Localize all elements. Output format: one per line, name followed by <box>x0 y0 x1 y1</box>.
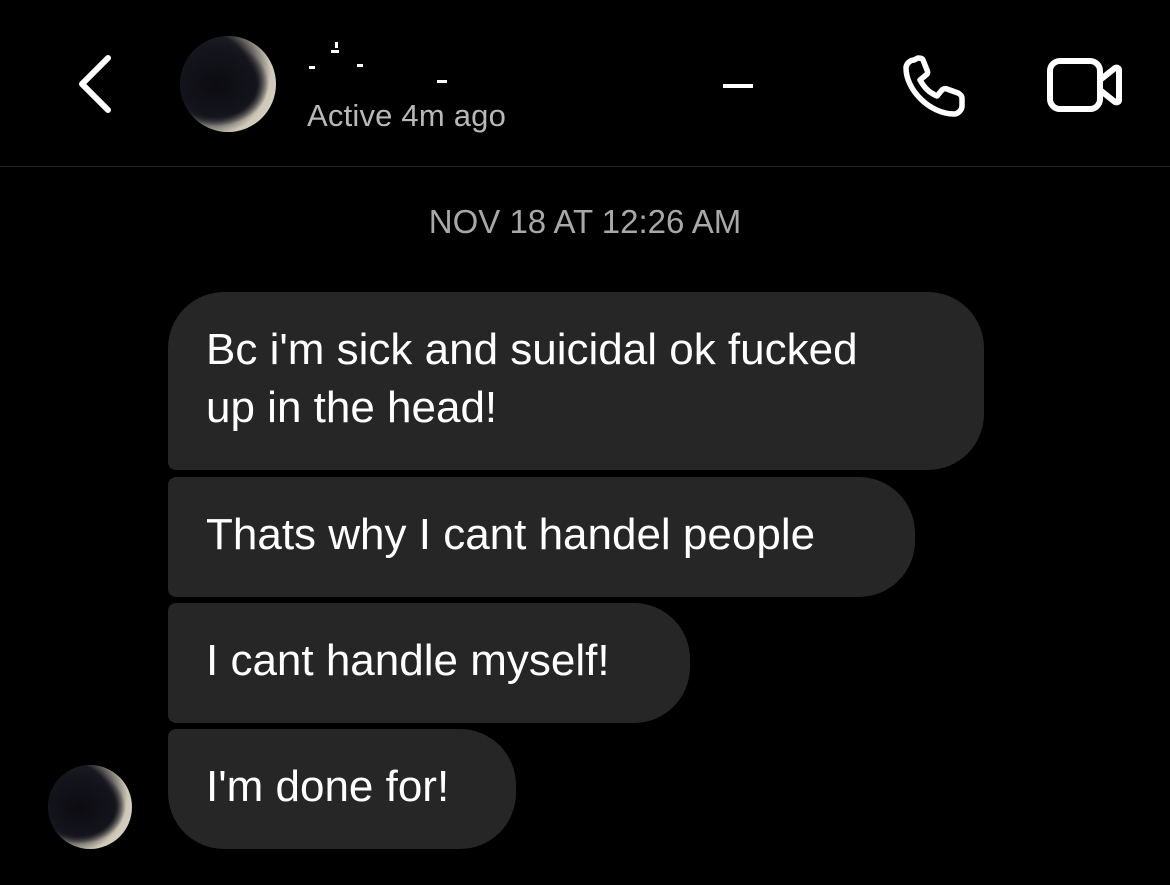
avatar-image <box>48 765 132 849</box>
phone-icon <box>903 55 965 117</box>
audio-call-button[interactable] <box>900 52 972 120</box>
message-bubble[interactable]: Bc i'm sick and suicidal ok fucked up in… <box>168 292 984 470</box>
redacted-mark <box>723 84 753 88</box>
redacted-mark <box>309 66 315 69</box>
chevron-left-icon <box>79 55 111 113</box>
message-timestamp: NOV 18 AT 12:26 AM <box>428 203 742 240</box>
message-bubble[interactable]: Thats why I cant handel people <box>168 477 915 597</box>
redacted-mark <box>331 50 339 53</box>
avatar-image <box>180 36 276 132</box>
video-camera-icon <box>1047 58 1122 112</box>
redacted-mark <box>335 42 338 48</box>
sender-avatar[interactable] <box>48 765 132 849</box>
user-name-redacted[interactable] <box>305 38 765 88</box>
chat-header: Active 4m ago <box>0 0 1170 167</box>
header-avatar[interactable] <box>180 36 276 132</box>
active-status: Active 4m ago <box>307 98 507 133</box>
video-call-button[interactable] <box>1045 52 1125 118</box>
back-button[interactable] <box>70 50 120 118</box>
redacted-mark <box>437 80 447 83</box>
redacted-mark <box>357 64 363 67</box>
message-bubble[interactable]: I cant handle myself! <box>168 603 690 723</box>
message-bubble[interactable]: I'm done for! <box>168 729 516 849</box>
